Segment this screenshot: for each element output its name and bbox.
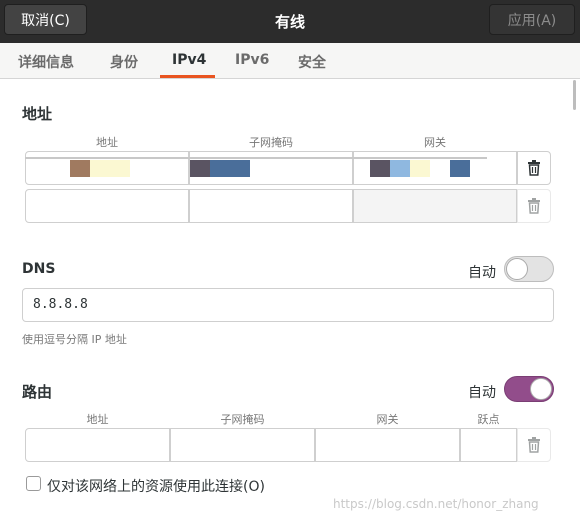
delete-address-button[interactable]	[517, 189, 551, 223]
redacted-block	[190, 160, 210, 177]
dns-input[interactable]: 8.8.8.8	[22, 288, 554, 322]
header-bar: 取消(C) 有线 应用(A)	[0, 0, 580, 43]
redacted-block	[210, 160, 250, 177]
dns-auto-label: 自动	[468, 265, 496, 281]
dns-auto-switch[interactable]	[504, 256, 554, 282]
netmask-col-header: 子网掩码	[249, 136, 293, 149]
dns-hint: 使用逗号分隔 IP 地址	[22, 333, 127, 346]
local-resources-checkbox[interactable]	[26, 476, 41, 491]
local-resources-label[interactable]: 仅对该网络上的资源使用此连接(O)	[47, 476, 265, 496]
trash-icon	[528, 437, 540, 453]
scrollbar[interactable]	[573, 80, 576, 110]
redacted-block	[90, 160, 130, 177]
trash-icon	[528, 198, 540, 214]
tab-details[interactable]: 详细信息	[18, 52, 74, 72]
dns-section-title: DNS	[22, 261, 56, 277]
tab-bar: 详细信息 身份 IPv4 IPv6 安全	[0, 43, 580, 79]
routes-auto-label: 自动	[468, 385, 496, 401]
redacted-block	[450, 160, 470, 177]
netmask-input[interactable]	[189, 189, 353, 223]
route-address-col-header: 地址	[86, 413, 109, 426]
route-netmask-input[interactable]	[170, 428, 315, 462]
route-gateway-col-header: 网关	[376, 413, 399, 426]
redacted-block	[370, 160, 390, 177]
route-gateway-input[interactable]	[315, 428, 460, 462]
switch-knob	[506, 258, 528, 280]
apply-button[interactable]: 应用(A)	[489, 4, 575, 35]
route-netmask-col-header: 子网掩码	[220, 413, 265, 426]
redacted-block	[410, 160, 430, 177]
active-tab-indicator	[160, 75, 215, 78]
tab-ipv6[interactable]: IPv6	[235, 52, 269, 68]
switch-knob	[530, 378, 552, 400]
address-section-title: 地址	[22, 105, 53, 123]
delete-address-button[interactable]	[517, 151, 551, 185]
redacted-block	[390, 160, 410, 177]
trash-icon	[528, 160, 540, 176]
delete-route-button[interactable]	[517, 428, 551, 462]
watermark: https://blog.csdn.net/honor_zhang	[333, 497, 539, 511]
route-address-input[interactable]	[25, 428, 170, 462]
route-metric-input[interactable]	[460, 428, 517, 462]
route-metric-col-header: 跃点	[477, 413, 500, 426]
tab-security[interactable]: 安全	[298, 52, 326, 72]
address-col-header: 地址	[96, 136, 118, 149]
tab-ipv4[interactable]: IPv4	[172, 52, 206, 68]
routes-section-title: 路由	[22, 383, 53, 401]
redacted-block	[70, 160, 90, 177]
tab-identity[interactable]: 身份	[110, 52, 138, 72]
gateway-col-header: 网关	[424, 136, 446, 149]
routes-auto-switch[interactable]	[504, 376, 554, 402]
address-input[interactable]	[25, 189, 189, 223]
gateway-input[interactable]	[353, 189, 517, 223]
redaction-line	[25, 157, 487, 159]
